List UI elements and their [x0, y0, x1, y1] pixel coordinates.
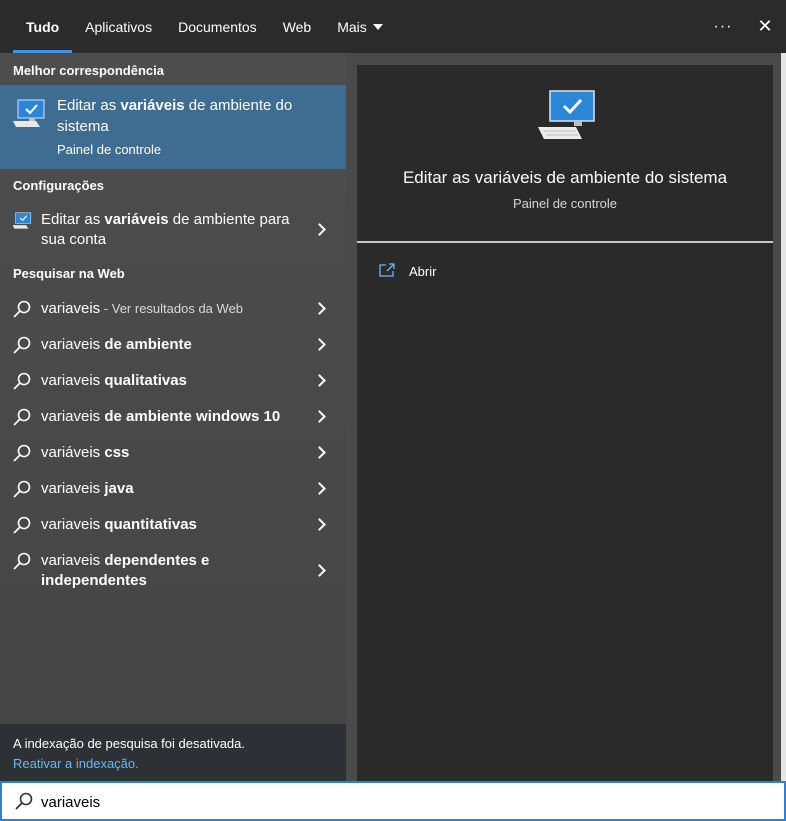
tab-bar: Tudo Aplicativos Documentos Web Mais ···…: [0, 0, 786, 53]
web-result-label: variaveis quantitativas: [41, 516, 197, 533]
best-match-heading: Melhor correspondência: [13, 63, 164, 78]
web-result[interactable]: variaveis de ambiente windows 10: [0, 401, 346, 437]
open-action[interactable]: Abrir: [379, 261, 579, 285]
search-icon: [13, 516, 31, 534]
tab-web[interactable]: Web: [270, 0, 325, 53]
system-properties-icon: [13, 99, 45, 127]
web-result[interactable]: variáveis css: [0, 437, 346, 473]
indexing-message: A indexação de pesquisa foi desativada.: [13, 736, 246, 751]
web-result[interactable]: variaveis java: [0, 473, 346, 509]
detail-divider: [357, 241, 773, 243]
web-result[interactable]: variaveis - Ver resultados da Web: [0, 293, 346, 329]
web-result-label: variaveis qualitativas: [41, 372, 187, 389]
search-icon: [13, 336, 31, 354]
open-external-icon: [379, 263, 395, 277]
chevron-right-icon: [313, 446, 326, 459]
detail-title: Editar as variáveis de ambiente do siste…: [402, 168, 728, 187]
search-box: [0, 781, 786, 821]
open-action-label: Abrir: [409, 264, 437, 279]
search-input[interactable]: [41, 789, 741, 815]
web-result[interactable]: variaveis qualitativas: [0, 365, 346, 401]
tab-bar-spacer: [396, 0, 702, 53]
tab-label: Web: [282, 18, 312, 35]
results-panel: Melhor correspondência Editar as variáve…: [0, 53, 346, 781]
tab-apps[interactable]: Aplicativos: [72, 0, 165, 53]
chevron-right-icon: [313, 374, 326, 387]
system-properties-icon: [12, 212, 32, 229]
system-properties-icon: [538, 90, 595, 139]
web-result[interactable]: variaveis dependentes e independentes: [0, 545, 346, 595]
search-window: Tudo Aplicativos Documentos Web Mais ···…: [0, 0, 786, 821]
web-result-label: variaveis de ambiente: [41, 336, 192, 353]
search-icon: [13, 444, 31, 462]
web-result[interactable]: variaveis quantitativas: [0, 509, 346, 545]
close-button[interactable]: ✕: [744, 0, 786, 53]
settings-result-label: Editar as variáveis de ambiente para sua…: [41, 211, 290, 248]
chevron-right-icon: [313, 410, 326, 423]
chevron-right-icon: [313, 518, 326, 531]
web-result-label: variaveis de ambiente windows 10: [41, 408, 281, 425]
web-result-label: variaveis java: [41, 480, 134, 497]
tab-label: Aplicativos: [85, 18, 153, 35]
best-match-result[interactable]: Editar as variáveis de ambiente do siste…: [0, 85, 346, 169]
web-result[interactable]: variaveis de ambiente: [0, 329, 346, 365]
web-result-label: variáveis css: [41, 444, 130, 461]
best-match-title: Editar as variáveis de ambiente do siste…: [57, 97, 293, 135]
web-search-heading: Pesquisar na Web: [13, 266, 125, 281]
tab-label: Documentos: [178, 18, 257, 35]
settings-heading: Configurações: [13, 178, 105, 193]
chevron-right-icon: [313, 338, 326, 351]
search-icon: [13, 408, 31, 426]
best-match-subtitle: Painel de controle: [57, 142, 162, 157]
reactivate-indexing-link[interactable]: Reativar a indexação.: [13, 756, 139, 771]
background-strip: [781, 53, 786, 781]
search-icon: [13, 372, 31, 390]
chevron-right-icon: [313, 223, 326, 236]
tab-all[interactable]: Tudo: [13, 0, 73, 53]
tab-documents[interactable]: Documentos: [165, 0, 270, 53]
caret-down-icon: [372, 23, 383, 30]
more-options-button[interactable]: ···: [702, 0, 744, 53]
search-icon: [13, 300, 31, 318]
tab-label: Mais: [337, 18, 367, 35]
tab-label: Tudo: [26, 18, 60, 35]
settings-result[interactable]: Editar as variáveis de ambiente para sua…: [0, 206, 346, 252]
chevron-right-icon: [313, 302, 326, 315]
detail-panel: Editar as variáveis de ambiente do siste…: [357, 65, 773, 781]
web-result-label: variaveis dependentes e independentes: [41, 552, 210, 589]
indexing-notice: A indexação de pesquisa foi desativada. …: [0, 724, 346, 781]
search-icon: [15, 792, 33, 810]
web-result-label: variaveis - Ver resultados da Web: [41, 300, 244, 317]
search-icon: [13, 552, 31, 570]
tab-more[interactable]: Mais: [324, 0, 396, 53]
detail-subtitle: Painel de controle: [512, 196, 618, 211]
search-icon: [13, 480, 31, 498]
chevron-right-icon: [313, 482, 326, 495]
chevron-right-icon: [313, 564, 326, 577]
